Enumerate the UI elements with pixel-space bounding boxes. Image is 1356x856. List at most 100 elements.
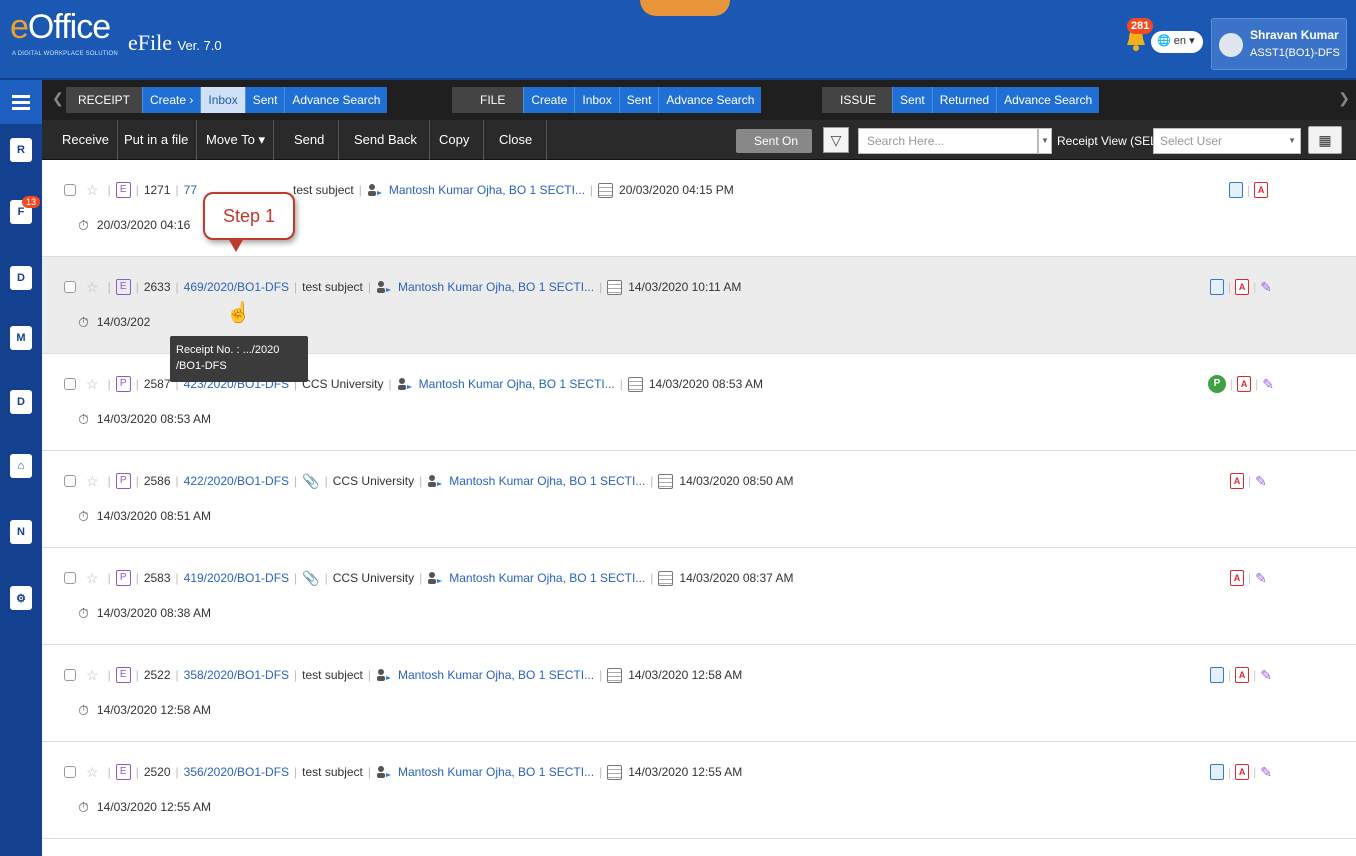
tab-receipt-create[interactable]: Create ›	[142, 87, 201, 113]
tab-file-header[interactable]: FILE	[452, 87, 524, 113]
star-icon[interactable]: ☆	[86, 764, 99, 781]
sidebar-item-receipt[interactable]: R	[0, 128, 42, 172]
receipt-link[interactable]: 469/2020/BO1-DFS	[184, 280, 289, 294]
pdf-icon[interactable]: A	[1235, 764, 1250, 780]
document-icon[interactable]	[1210, 764, 1224, 780]
sidebar-item-settings[interactable]: ⚙	[0, 576, 42, 620]
pdf-icon[interactable]: A	[1230, 473, 1244, 489]
paperclip-icon[interactable]: 📎	[302, 473, 319, 490]
tab-receipt-header[interactable]: RECEIPT	[66, 87, 143, 113]
tab-issue-sent[interactable]: Sent	[892, 87, 932, 113]
sender-name[interactable]: Mantosh Kumar Ojha, BO 1 SECTI...	[419, 377, 615, 391]
logo-tagline: A DIGITAL WORKPLACE SOLUTION	[12, 51, 118, 57]
pen-icon[interactable]: ✎	[1262, 376, 1274, 393]
sidebar-item-dak[interactable]: D	[0, 256, 42, 300]
copy-button[interactable]: Copy	[425, 120, 485, 160]
physical-receipt-icon[interactable]: P	[1208, 375, 1226, 393]
search-dropdown-button[interactable]: ▼	[1038, 128, 1052, 154]
document-icon[interactable]	[1210, 667, 1224, 683]
receipt-link[interactable]: 356/2020/BO1-DFS	[184, 765, 289, 779]
pen-icon[interactable]: ✎	[1260, 279, 1272, 296]
pdf-icon[interactable]: A	[1235, 279, 1250, 295]
chevron-right-icon[interactable]: ❯	[1338, 90, 1350, 107]
receive-button[interactable]: Receive	[54, 120, 118, 160]
tab-file-advance-search[interactable]: Advance Search	[658, 87, 762, 113]
select-user-dropdown[interactable]: Select User ▼	[1153, 128, 1301, 154]
tab-file-create[interactable]: Create	[523, 87, 575, 113]
collapse-header-handle[interactable]	[640, 0, 730, 16]
star-icon[interactable]: ☆	[86, 473, 99, 490]
sender-name[interactable]: Mantosh Kumar Ojha, BO 1 SECTI...	[398, 765, 594, 779]
list-item[interactable]: ☆ | E | 2520 | 356/2020/BO1-DFS | test subje…	[42, 742, 1356, 839]
paperclip-icon[interactable]: 📎	[302, 570, 319, 587]
put-in-file-button[interactable]: Put in a file	[116, 120, 198, 160]
hamburger-menu-button[interactable]	[0, 80, 42, 124]
row-checkbox[interactable]	[64, 669, 76, 681]
sidebar-item-home[interactable]: ⌂	[0, 444, 42, 488]
pen-icon[interactable]: ✎	[1260, 667, 1272, 684]
pdf-icon[interactable]: A	[1254, 182, 1269, 198]
sidebar-item-notings[interactable]: N	[0, 510, 42, 554]
sender-name[interactable]: Mantosh Kumar Ojha, BO 1 SECTI...	[389, 183, 585, 197]
tab-file-inbox[interactable]: Inbox	[574, 87, 619, 113]
star-icon[interactable]: ☆	[86, 279, 99, 296]
pdf-icon[interactable]: A	[1235, 667, 1250, 683]
tab-receipt-sent[interactable]: Sent	[244, 87, 285, 113]
star-icon[interactable]: ☆	[86, 570, 99, 587]
row-checkbox[interactable]	[64, 766, 76, 778]
tab-issue-returned[interactable]: Returned	[931, 87, 997, 113]
close-button[interactable]: Close	[485, 120, 548, 160]
sender-name[interactable]: Mantosh Kumar Ojha, BO 1 SECTI...	[398, 280, 594, 294]
sidebar-item-dsc[interactable]: D	[0, 380, 42, 424]
star-icon[interactable]: ☆	[86, 182, 99, 199]
receipt-link[interactable]: 419/2020/BO1-DFS	[184, 571, 289, 585]
user-name: Shravan Kumar	[1250, 28, 1339, 42]
receipt-link[interactable]: 358/2020/BO1-DFS	[184, 668, 289, 682]
tab-issue-advance-search[interactable]: Advance Search	[996, 87, 1100, 113]
sidebar-item-movement[interactable]: M	[0, 316, 42, 360]
receipt-link[interactable]: 77	[184, 183, 197, 197]
filter-icon[interactable]: ▽	[823, 127, 849, 153]
move-to-button[interactable]: Move To ▾	[198, 120, 275, 160]
language-value: en	[1173, 35, 1187, 47]
list-item[interactable]: ☆ | P | 2583 | 419/2020/BO1-DFS | 📎 | CCS Uni…	[42, 548, 1356, 645]
sidebar-item-file[interactable]: F 13	[0, 190, 42, 234]
star-icon[interactable]: ☆	[86, 376, 99, 393]
pen-icon[interactable]: ✎	[1260, 764, 1272, 781]
sent-on-sort-button[interactable]: Sent On	[736, 129, 812, 153]
due-date: 14/03/2020 08:51 AM	[96, 509, 212, 523]
tab-issue-header[interactable]: ISSUE	[822, 87, 893, 113]
sender-name[interactable]: Mantosh Kumar Ojha, BO 1 SECTI...	[449, 474, 645, 488]
settings-icon: ⚙	[10, 586, 32, 610]
tab-receipt-advance-search[interactable]: Advance Search	[284, 87, 388, 113]
row-checkbox[interactable]	[64, 281, 76, 293]
calendar-icon	[658, 570, 674, 586]
send-button[interactable]: Send	[280, 120, 340, 160]
row-checkbox[interactable]	[64, 378, 76, 390]
document-icon[interactable]	[1229, 182, 1243, 198]
row-checkbox[interactable]	[64, 184, 76, 196]
receipt-link[interactable]: 422/2020/BO1-DFS	[184, 474, 289, 488]
sender-name[interactable]: Mantosh Kumar Ojha, BO 1 SECTI...	[398, 668, 594, 682]
action-toolbar: Receive Put in a file Move To ▾ Send Sen…	[42, 120, 1356, 160]
send-back-button[interactable]: Send Back	[342, 120, 430, 160]
pen-icon[interactable]: ✎	[1255, 473, 1267, 490]
sender-name[interactable]: Mantosh Kumar Ojha, BO 1 SECTI...	[449, 571, 645, 585]
pdf-icon[interactable]: A	[1237, 376, 1252, 392]
eoffice-logo[interactable]: eOffice A DIGITAL WORKPLACE SOLUTION	[10, 8, 118, 57]
pdf-icon[interactable]: A	[1230, 570, 1244, 586]
user-menu[interactable]: Shravan Kumar ASST1(BO1)-DFS	[1211, 18, 1347, 70]
document-icon[interactable]	[1210, 279, 1224, 295]
list-item[interactable]: ☆ | E | 2522 | 358/2020/BO1-DFS | test subje…	[42, 645, 1356, 742]
pen-icon[interactable]: ✎	[1255, 570, 1267, 587]
tab-file-sent[interactable]: Sent	[618, 87, 659, 113]
calculator-icon[interactable]: ▦	[1308, 126, 1342, 154]
row-checkbox[interactable]	[64, 475, 76, 487]
chevron-left-icon[interactable]: ❮	[52, 90, 64, 107]
star-icon[interactable]: ☆	[86, 667, 99, 684]
search-input[interactable]	[858, 128, 1038, 154]
row-checkbox[interactable]	[64, 572, 76, 584]
tab-receipt-inbox[interactable]: Inbox	[200, 87, 245, 113]
list-item[interactable]: ☆ | P | 2586 | 422/2020/BO1-DFS | 📎 | CCS Uni…	[42, 451, 1356, 548]
language-selector[interactable]: 🌐 en ▾	[1151, 31, 1203, 53]
